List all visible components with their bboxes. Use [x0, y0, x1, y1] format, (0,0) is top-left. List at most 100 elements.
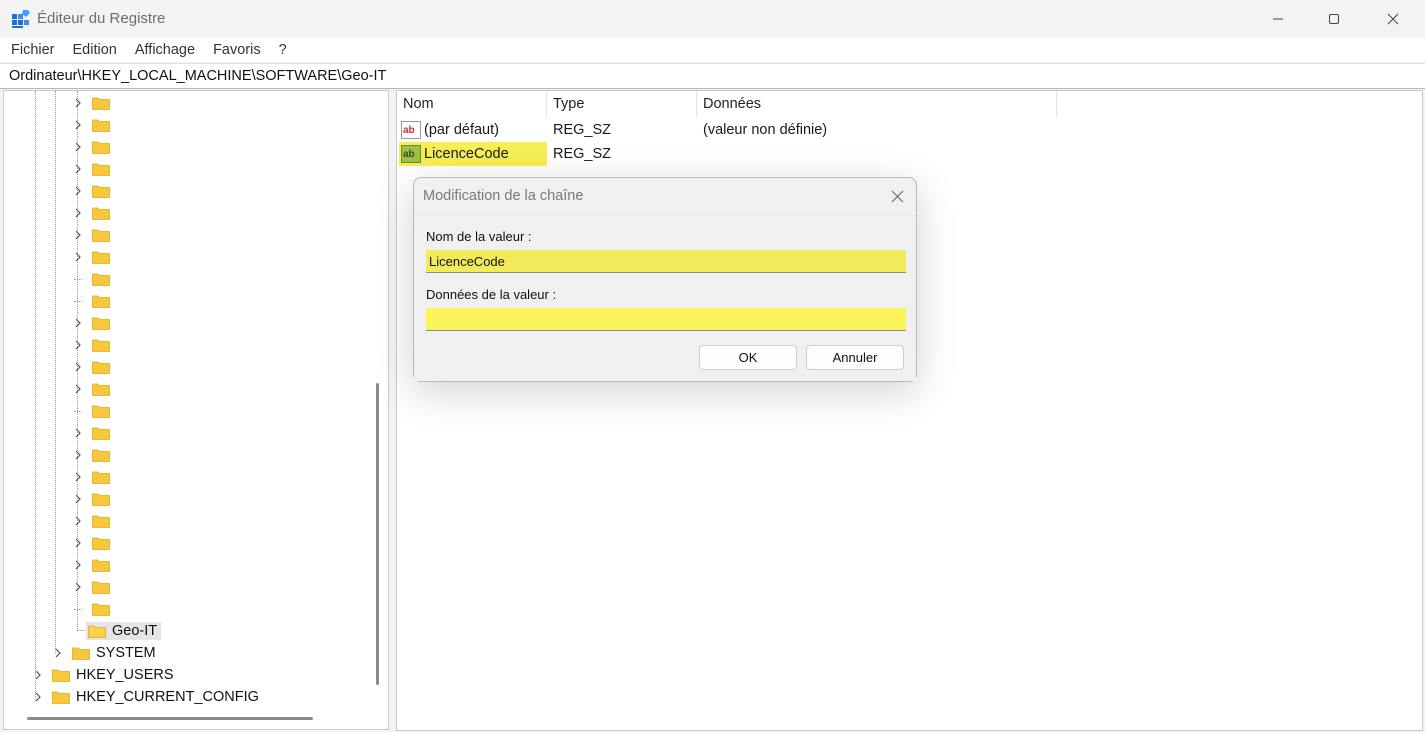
tree-node-folder[interactable] [72, 290, 116, 312]
chevron-right-icon[interactable] [72, 449, 84, 461]
chevron-right-icon[interactable] [32, 691, 44, 703]
registry-editor-icon [12, 10, 30, 28]
minimize-button[interactable] [1255, 0, 1301, 38]
chevron-right-icon[interactable] [72, 537, 84, 549]
tree-node-folder[interactable] [72, 92, 116, 114]
tree-horizontal-scrollbar[interactable] [27, 717, 313, 720]
tree-node-folder[interactable] [72, 180, 116, 202]
menu-help[interactable]: ? [279, 42, 287, 58]
chevron-right-icon[interactable] [52, 647, 64, 659]
tree-node-folder[interactable] [72, 488, 116, 510]
chevron-right-icon[interactable] [72, 559, 84, 571]
address-bar[interactable]: Ordinateur\HKEY_LOCAL_MACHINE\SOFTWARE\G… [0, 63, 1425, 89]
close-icon [891, 190, 903, 202]
svg-text:ab: ab [403, 149, 415, 160]
value-data-label: Données de la valeur : [426, 287, 557, 302]
chevron-right-icon[interactable] [72, 361, 84, 373]
tree-node-system[interactable]: SYSTEM [52, 642, 156, 664]
menu-file[interactable]: Fichier [11, 42, 55, 58]
list-row-licencecode[interactable]: ab LicenceCode REG_SZ [397, 142, 1057, 166]
title-bar: Éditeur du Registre [0, 0, 1425, 38]
tree-node-folder[interactable] [72, 510, 116, 532]
tree-leaf-connector [72, 273, 84, 285]
string-value-icon: ab [401, 121, 421, 139]
tree-node-folder[interactable] [72, 378, 116, 400]
folder-icon [92, 471, 110, 484]
chevron-right-icon[interactable] [72, 493, 84, 505]
registry-tree[interactable]: Geo-IT SYSTEM HKEY_USERS HKEY_CURRENT_CO… [3, 90, 389, 730]
tree-node-folder[interactable] [72, 554, 116, 576]
chevron-right-icon[interactable] [72, 339, 84, 351]
folder-icon [92, 163, 110, 176]
tree-node-folder[interactable] [72, 224, 116, 246]
cancel-button[interactable]: Annuler [806, 345, 904, 370]
column-header-type[interactable]: Type [547, 91, 697, 117]
menu-edit[interactable]: Edition [73, 42, 117, 58]
pane-splitter[interactable] [389, 90, 396, 732]
tree-node-folder[interactable] [72, 444, 116, 466]
tree-node-folder[interactable] [72, 158, 116, 180]
value-name-field[interactable] [426, 250, 906, 273]
tree-leaf-connector [72, 603, 84, 615]
tree-node-label: SYSTEM [96, 645, 156, 661]
chevron-right-icon[interactable] [72, 251, 84, 263]
value-data-field[interactable] [426, 308, 906, 331]
chevron-right-icon[interactable] [72, 581, 84, 593]
maximize-button[interactable] [1311, 0, 1357, 38]
tree-node-folder[interactable] [72, 312, 116, 334]
chevron-right-icon[interactable] [72, 229, 84, 241]
chevron-right-icon[interactable] [72, 207, 84, 219]
folder-icon [92, 339, 110, 352]
chevron-right-icon[interactable] [72, 119, 84, 131]
tree-node-folder[interactable] [72, 598, 116, 620]
tree-vertical-scrollbar[interactable] [376, 383, 379, 685]
tree-node-label: HKEY_USERS [76, 667, 174, 683]
tree-node-folder[interactable] [72, 356, 116, 378]
chevron-right-icon[interactable] [72, 185, 84, 197]
tree-node-folder[interactable] [72, 422, 116, 444]
chevron-right-icon[interactable] [32, 669, 44, 681]
tree-node-folder[interactable] [72, 202, 116, 224]
chevron-right-icon[interactable] [72, 317, 84, 329]
chevron-right-icon[interactable] [72, 163, 84, 175]
string-value-icon: ab [401, 145, 421, 163]
tree-node-folder[interactable] [72, 400, 116, 422]
chevron-right-icon[interactable] [72, 471, 84, 483]
folder-icon [92, 207, 110, 220]
tree-guide-line [55, 91, 56, 653]
tree-node-hkey-current-config[interactable]: HKEY_CURRENT_CONFIG [32, 686, 259, 708]
chevron-right-icon[interactable] [72, 141, 84, 153]
menu-view[interactable]: Affichage [135, 42, 195, 58]
tree-leaf-connector [72, 295, 84, 307]
tree-node-folder[interactable] [72, 246, 116, 268]
chevron-right-icon[interactable] [72, 427, 84, 439]
tree-node-folder[interactable] [72, 334, 116, 356]
folder-icon [92, 317, 110, 330]
value-name: (par défaut) [424, 122, 499, 138]
folder-icon [88, 625, 106, 638]
window-title: Éditeur du Registre [37, 10, 166, 27]
tree-node-label: Geo-IT [112, 623, 158, 639]
dialog-close-button[interactable] [888, 187, 906, 205]
chevron-right-icon[interactable] [72, 383, 84, 395]
chevron-right-icon[interactable] [72, 97, 84, 109]
tree-node-folder[interactable] [72, 136, 116, 158]
tree-node-folder[interactable] [72, 268, 116, 290]
chevron-right-icon[interactable] [72, 515, 84, 527]
tree-node-hkey-users[interactable]: HKEY_USERS [32, 664, 174, 686]
edit-string-dialog: Modification de la chaîne Nom de la vale… [413, 177, 917, 382]
ok-button[interactable]: OK [699, 345, 797, 370]
column-header-data[interactable]: Données [697, 91, 1057, 117]
folder-icon [92, 581, 110, 594]
list-row-default[interactable]: ab (par défaut) REG_SZ (valeur non défin… [397, 118, 1057, 142]
tree-node-folder[interactable] [72, 576, 116, 598]
tree-node-folder[interactable] [72, 532, 116, 554]
tree-node-folder[interactable] [72, 114, 116, 136]
tree-node-geo-it[interactable]: Geo-IT [86, 620, 162, 642]
column-header-name[interactable]: Nom [397, 91, 547, 117]
close-button[interactable] [1370, 0, 1416, 38]
menu-favorites[interactable]: Favoris [213, 42, 261, 58]
maximize-icon [1329, 14, 1339, 24]
tree-node-folder[interactable] [72, 466, 116, 488]
folder-icon [92, 185, 110, 198]
